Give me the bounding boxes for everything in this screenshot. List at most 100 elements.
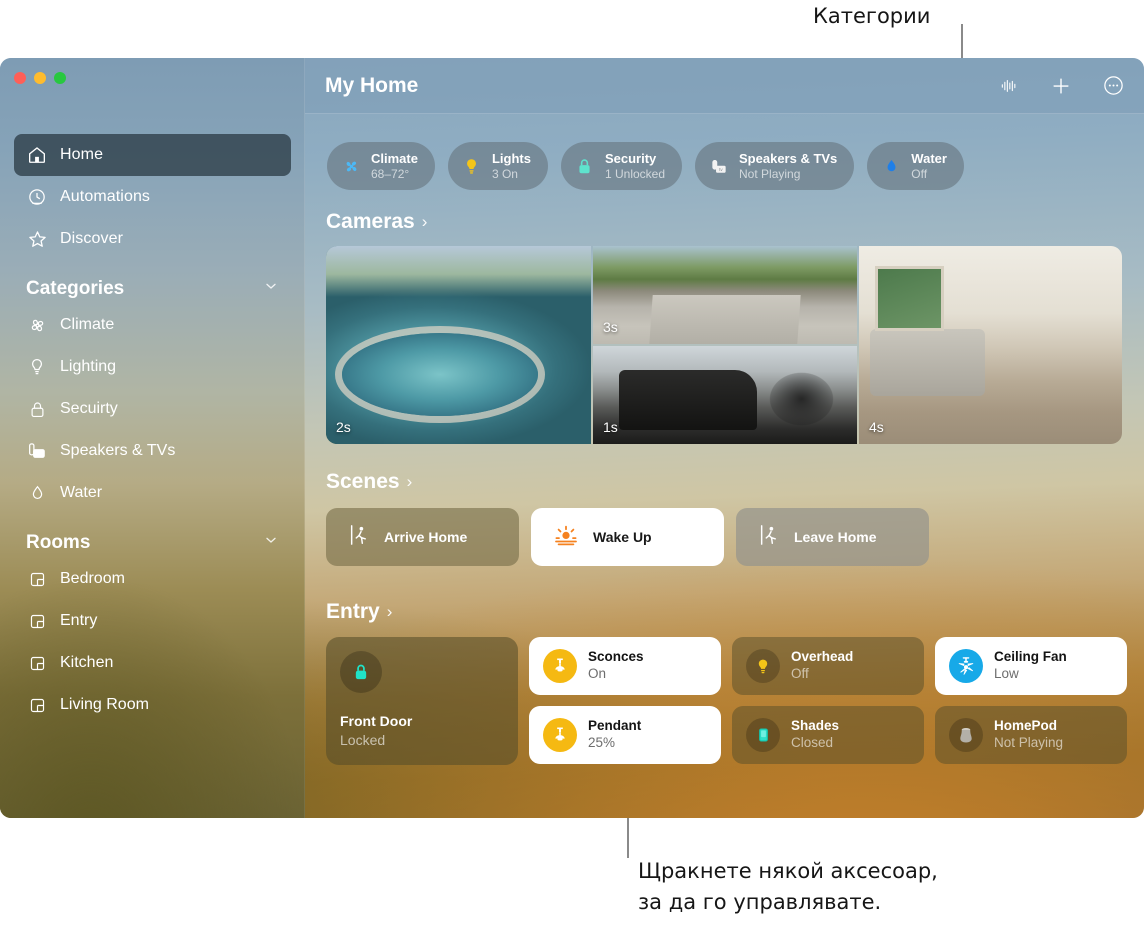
audio-waveform-icon[interactable] (996, 73, 1022, 99)
accessory-overhead[interactable]: Overhead Off (732, 637, 924, 695)
sidebar-item-entry[interactable]: Entry (14, 600, 291, 642)
category-pill-name: Security (604, 151, 657, 167)
category-pill-status: 1 Unlocked (604, 166, 666, 181)
main-content: My Home Climate 68–72° Lights 3 On Secur… (305, 58, 1144, 818)
lock-icon (340, 651, 382, 693)
room-icon (26, 568, 48, 590)
sidebar-item-label: Home (60, 146, 104, 163)
sidebar-item-security[interactable]: Secuirty (14, 388, 291, 430)
sidebar-item-label: Discover (60, 230, 124, 247)
sidebar-item-automations[interactable]: Automations (14, 176, 291, 218)
camera-tile[interactable]: 2s (326, 246, 591, 444)
accessory-name: Front Door (340, 713, 413, 729)
sidebar-item-home[interactable]: Home (14, 134, 291, 176)
chevron-down-icon[interactable] (263, 532, 279, 554)
accessory-shades[interactable]: Shades Closed (732, 706, 924, 764)
sidebar-item-label: Automations (60, 188, 151, 205)
lock-icon (26, 398, 48, 420)
droplet-icon (26, 482, 48, 504)
accessory-pendant[interactable]: Pendant 25% (529, 706, 721, 764)
annotation-click-accessory-line1: Щракнете някой аксесоар, (638, 859, 938, 883)
accessory-status: Low (994, 666, 1019, 681)
pendant-lamp-icon (543, 718, 577, 752)
sidebar-item-living-room[interactable]: Living Room (14, 684, 291, 726)
sidebar-item-climate[interactable]: Climate (14, 304, 291, 346)
scene-wake-up[interactable]: Wake Up (531, 508, 724, 566)
scene-arrive-home[interactable]: Arrive Home (326, 508, 519, 566)
accessory-front-door[interactable]: Front Door Locked (326, 637, 518, 765)
category-pill-water[interactable]: Water Off (867, 142, 964, 190)
lock-icon (574, 155, 596, 177)
accessory-column: Overhead Off Shades Closed (732, 637, 924, 765)
minimize-button[interactable] (34, 72, 46, 84)
sidebar-item-bedroom[interactable]: Bedroom (14, 558, 291, 600)
sidebar-item-kitchen[interactable]: Kitchen (14, 642, 291, 684)
sidebar-item-speakers-tvs[interactable]: tv Speakers & TVs (14, 430, 291, 472)
sidebar-group-rooms-header[interactable]: Rooms (26, 532, 279, 554)
camera-preview (859, 246, 1122, 444)
camera-tile[interactable]: 4s (859, 246, 1122, 444)
accessory-name: HomePod (994, 718, 1058, 734)
close-button[interactable] (14, 72, 26, 84)
category-pill-climate[interactable]: Climate 68–72° (327, 142, 435, 190)
category-pill-status: 3 On (491, 166, 518, 181)
cameras-grid: 2s 3s 1s 4s (326, 246, 1122, 444)
category-pill-lights[interactable]: Lights 3 On (447, 142, 548, 190)
sidebar-item-label: Speakers & TVs (60, 442, 176, 459)
camera-preview (593, 346, 857, 444)
scenes-row: Arrive Home Wake Up Leave Home (326, 508, 929, 566)
accessory-status: 25% (588, 735, 616, 750)
accessory-name: Ceiling Fan (994, 649, 1067, 665)
scene-label: Leave Home (794, 529, 877, 545)
accessory-column: Ceiling Fan Low HomePod Not Playing (935, 637, 1127, 765)
category-pill-security[interactable]: Security 1 Unlocked (560, 142, 683, 190)
zoom-button[interactable] (54, 72, 66, 84)
scene-leave-home[interactable]: Leave Home (736, 508, 929, 566)
chevron-down-icon[interactable] (263, 278, 279, 300)
section-title: Scenes (326, 470, 400, 493)
camera-timestamp: 3s (603, 319, 618, 335)
home-app-window: Home Automations Discover Categories Cli… (0, 58, 1144, 818)
fan-icon (340, 155, 362, 177)
window-traffic-lights (14, 72, 66, 84)
sunrise-icon (553, 523, 579, 552)
accessory-name: Shades (791, 718, 840, 734)
camera-tile[interactable]: 3s (593, 246, 857, 344)
accessory-name: Overhead (791, 649, 854, 665)
accessory-sconces[interactable]: Sconces On (529, 637, 721, 695)
camera-timestamp: 1s (603, 419, 618, 435)
bulb-icon (26, 356, 48, 378)
sidebar-item-water[interactable]: Water (14, 472, 291, 514)
sidebar-item-discover[interactable]: Discover (14, 218, 291, 260)
category-pill-name: Speakers & TVs (739, 151, 838, 167)
more-options-icon[interactable] (1100, 73, 1126, 99)
walk-in-icon (348, 522, 370, 553)
room-icon (26, 652, 48, 674)
section-header-entry[interactable]: Entry › (326, 600, 392, 624)
section-header-scenes[interactable]: Scenes › (326, 470, 412, 494)
chevron-right-icon: › (406, 472, 413, 491)
camera-preview (326, 246, 591, 444)
accessory-name: Pendant (588, 718, 642, 734)
sidebar-item-lighting[interactable]: Lighting (14, 346, 291, 388)
category-pill-name: Water (911, 151, 947, 167)
pendant-lamp-icon (543, 649, 577, 683)
entry-accessories-grid: Front Door Locked Sconces On Pendant 25%… (326, 637, 1127, 765)
droplet-icon (880, 155, 902, 177)
sidebar-item-label: Lighting (60, 358, 117, 375)
accessory-ceiling-fan[interactable]: Ceiling Fan Low (935, 637, 1127, 695)
camera-timestamp: 2s (336, 419, 351, 435)
section-title: Entry (326, 600, 380, 623)
section-header-cameras[interactable]: Cameras › (326, 210, 427, 234)
annotation-click-accessory-line2: за да го управлявате. (638, 890, 882, 914)
add-icon[interactable] (1048, 73, 1074, 99)
section-title: Cameras (326, 210, 415, 233)
camera-tile[interactable]: 1s (593, 346, 857, 444)
category-pills: Climate 68–72° Lights 3 On Security 1 Un… (327, 142, 964, 190)
category-pill-status: 68–72° (371, 166, 410, 181)
house-icon (26, 144, 48, 166)
sidebar-group-categories-header[interactable]: Categories (26, 278, 279, 300)
accessory-homepod[interactable]: HomePod Not Playing (935, 706, 1127, 764)
category-pill-speakers-tvs[interactable]: tv Speakers & TVs Not Playing (695, 142, 855, 190)
sidebar-item-label: Living Room (60, 696, 149, 713)
